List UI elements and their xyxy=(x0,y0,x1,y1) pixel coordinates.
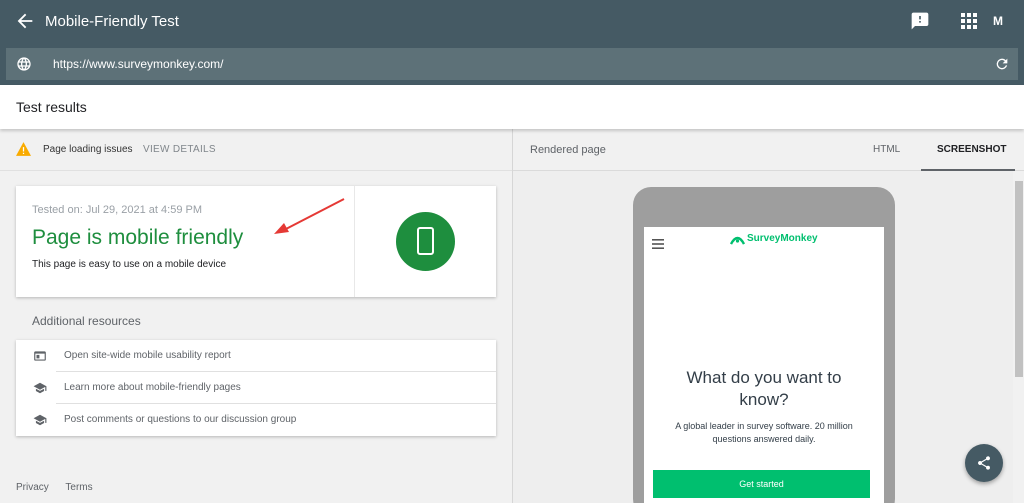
scrollbar-thumb[interactable] xyxy=(1015,181,1023,377)
card-divider xyxy=(354,186,355,297)
preview-description: A global leader in survey software. 20 m… xyxy=(675,421,853,444)
preview-headline: What do you want to know? xyxy=(686,368,842,409)
resource-label: Open site-wide mobile usability report xyxy=(64,350,231,361)
url-bar[interactable]: https://www.surveymonkey.com/ xyxy=(6,48,1018,80)
result-subtext: This page is easy to use on a mobile dev… xyxy=(32,259,226,270)
school-icon xyxy=(33,381,47,395)
url-input[interactable]: https://www.surveymonkey.com/ xyxy=(53,57,224,71)
share-icon xyxy=(978,456,991,470)
surveymonkey-logo: SurveyMonkey xyxy=(730,233,822,247)
result-card: Tested on: Jul 29, 2021 at 4:59 PM Page … xyxy=(16,186,496,297)
issues-label: Page loading issues xyxy=(43,144,133,155)
issues-bar: Page loading issues VIEW DETAILS xyxy=(0,129,512,171)
resource-label: Learn more about mobile-friendly pages xyxy=(64,382,241,393)
tab-bar: Rendered page HTML SCREENSHOT xyxy=(513,129,1024,171)
terms-link[interactable]: Terms xyxy=(65,482,92,493)
warning-icon xyxy=(16,142,31,156)
app-title: Mobile-Friendly Test xyxy=(45,13,179,30)
account-avatar[interactable]: M xyxy=(993,14,1003,28)
get-started-button: Get started xyxy=(653,470,870,498)
refresh-icon[interactable] xyxy=(994,56,1010,72)
tested-on-text: Tested on: Jul 29, 2021 at 4:59 PM xyxy=(32,204,203,216)
view-details-button[interactable]: VIEW DETAILS xyxy=(143,144,216,155)
privacy-link[interactable]: Privacy xyxy=(16,482,49,493)
page-title: Test results xyxy=(16,99,87,115)
result-headline: Page is mobile friendly xyxy=(32,226,244,249)
globe-icon xyxy=(16,56,32,72)
left-panel: Page loading issues VIEW DETAILS Tested … xyxy=(0,129,512,503)
phone-icon xyxy=(396,212,455,271)
resource-label: Post comments or questions to our discus… xyxy=(64,414,297,425)
apps-grid-icon[interactable] xyxy=(960,12,978,30)
tab-html[interactable]: HTML xyxy=(873,144,900,155)
rendered-screenshot: SurveyMonkey What do you want to know? A… xyxy=(644,227,884,503)
hamburger-icon xyxy=(652,236,664,249)
app-bar: Mobile-Friendly Test M https://www.surve… xyxy=(0,0,1024,85)
arrow-left-icon[interactable] xyxy=(14,10,36,32)
right-panel: Rendered page HTML SCREENSHOT SurveyMonk… xyxy=(512,129,1024,503)
feedback-icon[interactable] xyxy=(910,11,930,31)
additional-resources-title: Additional resources xyxy=(32,314,141,328)
annotation-arrow xyxy=(274,198,345,234)
brand-name: SurveyMonkey xyxy=(747,233,818,244)
school-icon xyxy=(33,413,47,427)
rendered-page-label: Rendered page xyxy=(530,144,606,156)
active-tab-indicator xyxy=(921,169,1015,171)
footer: Privacy Terms xyxy=(16,482,107,493)
resource-item-usability-report[interactable]: Open site-wide mobile usability report xyxy=(16,340,496,372)
resources-list: Open site-wide mobile usability report L… xyxy=(16,340,496,436)
share-button[interactable] xyxy=(965,444,1003,482)
report-icon xyxy=(33,349,47,363)
resource-item-learn-more[interactable]: Learn more about mobile-friendly pages xyxy=(16,372,496,404)
results-header: Test results xyxy=(0,85,1024,129)
resource-item-discussion-group[interactable]: Post comments or questions to our discus… xyxy=(16,404,496,436)
tab-screenshot[interactable]: SCREENSHOT xyxy=(937,144,1006,155)
